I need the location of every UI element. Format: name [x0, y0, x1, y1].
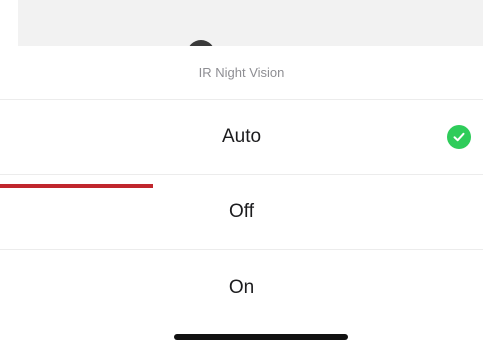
background-header	[18, 0, 483, 46]
annotation-underline	[0, 184, 153, 188]
home-indicator[interactable]	[174, 334, 348, 340]
option-on[interactable]: On	[0, 250, 483, 325]
option-label: On	[228, 276, 255, 298]
option-label: Off	[229, 201, 254, 222]
option-label: Auto	[221, 126, 262, 147]
sheet-title: IR Night Vision	[0, 46, 483, 100]
checkmark-circle-icon	[447, 125, 471, 149]
night-vision-action-sheet: IR Night Vision Auto Off On	[0, 46, 483, 340]
option-auto[interactable]: Auto	[0, 100, 483, 175]
